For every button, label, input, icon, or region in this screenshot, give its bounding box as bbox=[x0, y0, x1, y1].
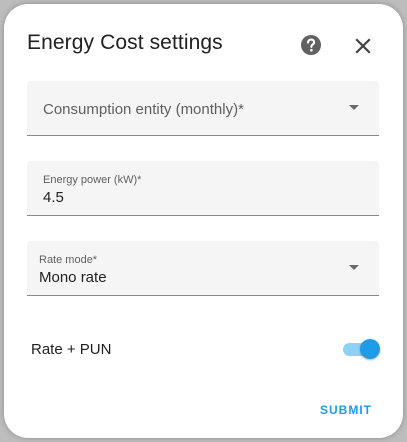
consumption-entity-label: Consumption entity (monthly)* bbox=[43, 101, 244, 118]
rate-pun-label: Rate + PUN bbox=[31, 341, 112, 358]
chevron-down-icon bbox=[349, 265, 359, 270]
energy-cost-settings-dialog: Energy Cost settings Consumption entity … bbox=[4, 4, 403, 438]
rate-pun-toggle[interactable] bbox=[343, 338, 381, 360]
toggle-thumb bbox=[360, 339, 380, 359]
rate-mode-value: Mono rate bbox=[39, 269, 107, 286]
rate-mode-label: Rate mode* bbox=[39, 254, 98, 266]
consumption-entity-select[interactable]: Consumption entity (monthly)* bbox=[27, 81, 379, 136]
energy-power-field[interactable]: Energy power (kW)* 4.5 bbox=[27, 161, 379, 216]
close-icon[interactable] bbox=[352, 35, 374, 57]
energy-power-value[interactable]: 4.5 bbox=[43, 189, 64, 206]
dialog-title: Energy Cost settings bbox=[27, 31, 223, 54]
rate-mode-select[interactable]: Rate mode* Mono rate bbox=[27, 241, 379, 296]
help-circle-icon[interactable] bbox=[300, 34, 322, 56]
chevron-down-icon bbox=[349, 105, 359, 110]
submit-button[interactable]: SUBMIT bbox=[320, 403, 372, 417]
energy-power-label: Energy power (kW)* bbox=[43, 174, 142, 186]
